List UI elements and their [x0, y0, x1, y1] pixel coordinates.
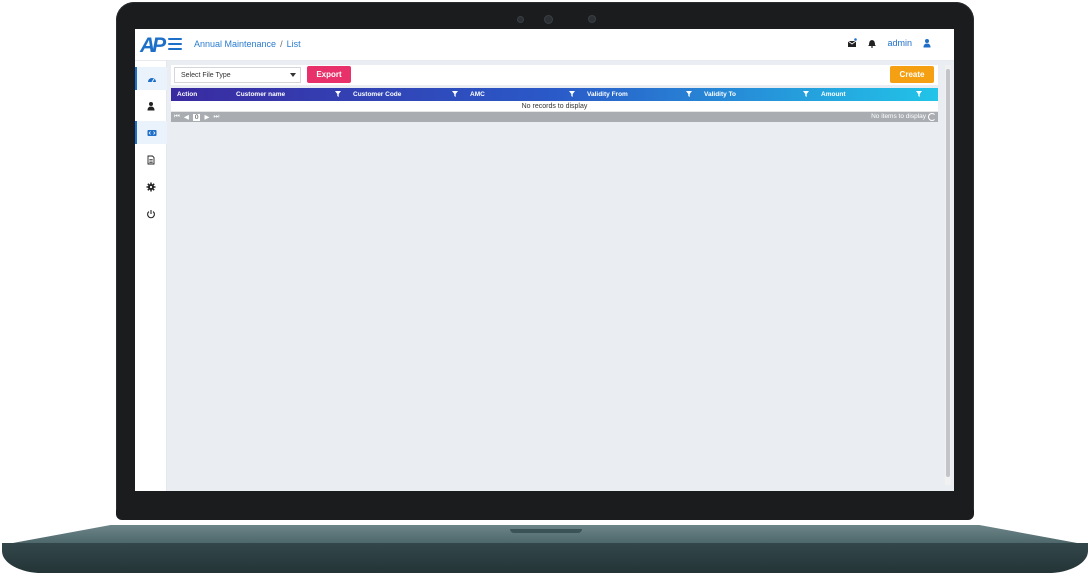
- file-type-select-value: Select File Type: [181, 72, 231, 79]
- pager-info: No items to display: [871, 113, 926, 120]
- export-button[interactable]: Export: [307, 66, 351, 83]
- filter-icon[interactable]: [686, 91, 692, 97]
- app-logo[interactable]: AP: [140, 34, 166, 58]
- user-avatar-icon[interactable]: [922, 38, 932, 48]
- column-header-label: Amount: [821, 91, 846, 98]
- top-right-actions: admin: [847, 38, 932, 48]
- refresh-icon[interactable]: [928, 113, 936, 121]
- sensor-icon: [518, 17, 523, 22]
- page-scrollbar[interactable]: [945, 65, 951, 485]
- prev-page-icon[interactable]: ◀: [184, 113, 189, 121]
- column-header-label: Validity From: [587, 91, 628, 98]
- breadcrumb: Annual Maintenance / List: [194, 39, 301, 49]
- filter-icon[interactable]: [452, 91, 458, 97]
- grid-toolbar: Select File Type Export Create: [171, 65, 938, 85]
- scrollbar-thumb[interactable]: [946, 69, 950, 477]
- maintenance-grid: Action Customer name Customer Code AMC V…: [171, 88, 938, 122]
- filter-icon[interactable]: [569, 91, 575, 97]
- top-bar: AP Annual Maintenance / List admin: [135, 29, 954, 61]
- sidebar-item-settings[interactable]: [135, 175, 167, 198]
- laptop-base-top: [2, 525, 1088, 545]
- document-icon: [147, 155, 155, 164]
- column-header-action[interactable]: Action: [171, 88, 230, 101]
- sidebar-item-dashboard[interactable]: [135, 67, 167, 90]
- user-icon: [147, 101, 155, 110]
- breadcrumb-section[interactable]: Annual Maintenance: [194, 39, 276, 49]
- sensor-icon: [589, 16, 595, 22]
- main-content: Select File Type Export Create Action Cu…: [167, 61, 954, 491]
- last-page-icon[interactable]: ⏭: [213, 113, 219, 121]
- gear-icon: [146, 182, 156, 191]
- column-header-label: Customer name: [236, 91, 286, 98]
- column-header-label: Customer Code: [353, 91, 402, 98]
- power-icon: [147, 209, 155, 218]
- next-page-icon[interactable]: ▶: [204, 113, 209, 121]
- camera-icon: [545, 16, 552, 23]
- column-header-label: Validity To: [704, 91, 737, 98]
- user-name-link[interactable]: admin: [887, 38, 912, 48]
- empty-message: No records to display: [521, 103, 588, 110]
- sidebar-item-maintenance[interactable]: [135, 121, 167, 144]
- column-header-amount[interactable]: Amount: [815, 88, 928, 101]
- sidebar: [135, 61, 167, 491]
- breadcrumb-separator: /: [280, 39, 283, 49]
- create-button[interactable]: Create: [890, 66, 934, 83]
- breadcrumb-current: List: [286, 39, 301, 49]
- app-screen: AP Annual Maintenance / List admin Selec…: [135, 29, 954, 491]
- column-header-label: Action: [177, 91, 198, 98]
- grid-header: Action Customer name Customer Code AMC V…: [171, 88, 938, 101]
- bell-icon[interactable]: [867, 38, 877, 48]
- column-header-customer-name[interactable]: Customer name: [230, 88, 347, 101]
- file-type-select[interactable]: Select File Type: [174, 67, 301, 83]
- sidebar-item-users[interactable]: [135, 94, 167, 117]
- grid-empty-row: No records to display: [171, 101, 938, 112]
- menu-toggle-icon[interactable]: [168, 38, 182, 50]
- laptop-base: [2, 515, 1088, 577]
- current-page[interactable]: 0: [192, 113, 201, 121]
- filter-icon[interactable]: [335, 91, 341, 97]
- mail-icon[interactable]: [847, 38, 858, 48]
- filter-icon[interactable]: [916, 91, 922, 97]
- chevron-down-icon: [290, 73, 296, 77]
- column-header-customer-code[interactable]: Customer Code: [347, 88, 464, 101]
- laptop-base-front: [2, 543, 1088, 573]
- column-header-amc[interactable]: AMC: [464, 88, 581, 101]
- column-header-validity-from[interactable]: Validity From: [581, 88, 698, 101]
- column-header-validity-to[interactable]: Validity To: [698, 88, 815, 101]
- sidebar-item-documents[interactable]: [135, 148, 167, 171]
- code-icon: [147, 129, 157, 136]
- grid-pager: ⏮ ◀ 0 ▶ ⏭ No items to display: [171, 112, 938, 122]
- sidebar-item-logout[interactable]: [135, 202, 167, 225]
- laptop-notch: [510, 529, 582, 533]
- filter-icon[interactable]: [803, 91, 809, 97]
- first-page-icon[interactable]: ⏮: [174, 113, 180, 121]
- column-header-label: AMC: [470, 91, 485, 98]
- dashboard-icon: [148, 77, 156, 82]
